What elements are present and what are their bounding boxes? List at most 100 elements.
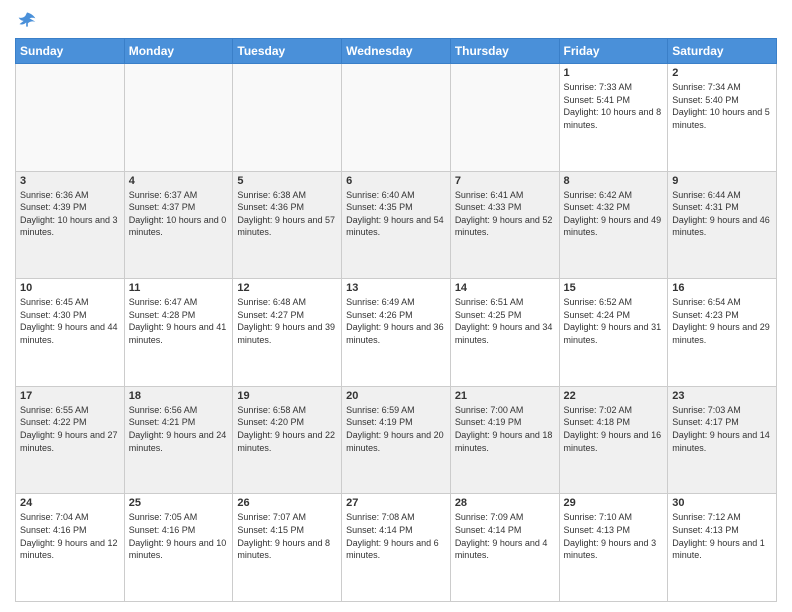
calendar-day-empty [124,64,233,172]
day-info: Sunrise: 7:03 AMSunset: 4:17 PMDaylight:… [672,404,772,454]
calendar-day-empty [450,64,559,172]
day-number: 23 [672,390,772,402]
calendar-day-empty [233,64,342,172]
calendar-day-24: 24 Sunrise: 7:04 AMSunset: 4:16 PMDayligh… [16,494,125,602]
calendar-week-1: 1Sunrise: 7:33 AMSunset: 5:41 PMDaylight… [16,64,777,172]
calendar-day-25: 25 Sunrise: 7:05 AMSunset: 4:16 PMDayligh… [124,494,233,602]
calendar-day-empty [16,64,125,172]
calendar-day-2: 2 Sunrise: 7:34 AMSunset: 5:40 PMDaylight… [668,64,777,172]
day-number: 22 [564,390,664,402]
day-number: 3 [20,175,120,187]
day-info: Sunrise: 6:49 AMSunset: 4:26 PMDaylight:… [346,296,446,346]
weekday-header-saturday: Saturday [668,39,777,64]
day-info: Sunrise: 6:59 AMSunset: 4:19 PMDaylight:… [346,404,446,454]
calendar-day-26: 26 Sunrise: 7:07 AMSunset: 4:15 PMDayligh… [233,494,342,602]
logo-bird-icon [17,10,37,30]
day-number: 26 [237,497,337,509]
day-number: 5 [237,175,337,187]
day-info: Sunrise: 6:52 AMSunset: 4:24 PMDaylight:… [564,296,664,346]
calendar-day-23: 23 Sunrise: 7:03 AMSunset: 4:17 PMDayligh… [668,386,777,494]
day-number: 14 [455,282,555,294]
day-number: 18 [129,390,229,402]
weekday-header-monday: Monday [124,39,233,64]
day-info: Sunrise: 7:04 AMSunset: 4:16 PMDaylight:… [20,511,120,561]
day-number: 29 [564,497,664,509]
calendar-day-17: 17Sunrise: 6:55 AMSunset: 4:22 PMDayligh… [16,386,125,494]
day-number: 25 [129,497,229,509]
calendar-week-5: 24 Sunrise: 7:04 AMSunset: 4:16 PMDayligh… [16,494,777,602]
calendar-day-empty [342,64,451,172]
day-number: 1 [564,67,664,79]
day-info: Sunrise: 7:12 AMSunset: 4:13 PMDaylight:… [672,511,772,561]
calendar-day-3: 3 Sunrise: 6:36 AMSunset: 4:39 PMDaylight… [16,171,125,279]
day-info: Sunrise: 7:05 AMSunset: 4:16 PMDaylight:… [129,511,229,561]
day-number: 21 [455,390,555,402]
calendar-day-6: 6 Sunrise: 6:40 AMSunset: 4:35 PMDaylight… [342,171,451,279]
day-info: Sunrise: 7:08 AMSunset: 4:14 PMDaylight:… [346,511,446,561]
page: SundayMondayTuesdayWednesdayThursdayFrid… [0,0,792,612]
calendar-day-27: 27 Sunrise: 7:08 AMSunset: 4:14 PMDayligh… [342,494,451,602]
calendar-day-29: 29 Sunrise: 7:10 AMSunset: 4:13 PMDayligh… [559,494,668,602]
weekday-header-wednesday: Wednesday [342,39,451,64]
day-info: Sunrise: 7:34 AMSunset: 5:40 PMDaylight:… [672,81,772,131]
calendar-day-19: 19 Sunrise: 6:58 AMSunset: 4:20 PMDayligh… [233,386,342,494]
day-number: 24 [20,497,120,509]
calendar-day-22: 22 Sunrise: 7:02 AMSunset: 4:18 PMDayligh… [559,386,668,494]
day-info: Sunrise: 6:55 AMSunset: 4:22 PMDaylight:… [20,404,120,454]
day-info: Sunrise: 6:45 AMSunset: 4:30 PMDaylight:… [20,296,120,346]
day-number: 27 [346,497,446,509]
calendar-day-1: 1Sunrise: 7:33 AMSunset: 5:41 PMDaylight… [559,64,668,172]
day-number: 6 [346,175,446,187]
calendar-day-18: 18 Sunrise: 6:56 AMSunset: 4:21 PMDayligh… [124,386,233,494]
day-info: Sunrise: 6:37 AMSunset: 4:37 PMDaylight:… [129,189,229,239]
day-info: Sunrise: 6:44 AMSunset: 4:31 PMDaylight:… [672,189,772,239]
day-number: 4 [129,175,229,187]
day-info: Sunrise: 6:47 AMSunset: 4:28 PMDaylight:… [129,296,229,346]
day-info: Sunrise: 6:36 AMSunset: 4:39 PMDaylight:… [20,189,120,239]
day-info: Sunrise: 6:40 AMSunset: 4:35 PMDaylight:… [346,189,446,239]
day-number: 28 [455,497,555,509]
day-info: Sunrise: 6:58 AMSunset: 4:20 PMDaylight:… [237,404,337,454]
calendar-table: SundayMondayTuesdayWednesdayThursdayFrid… [15,38,777,602]
calendar-day-8: 8Sunrise: 6:42 AMSunset: 4:32 PMDaylight… [559,171,668,279]
calendar-day-10: 10 Sunrise: 6:45 AMSunset: 4:30 PMDayligh… [16,279,125,387]
day-info: Sunrise: 7:02 AMSunset: 4:18 PMDaylight:… [564,404,664,454]
weekday-header-tuesday: Tuesday [233,39,342,64]
calendar-day-13: 13 Sunrise: 6:49 AMSunset: 4:26 PMDayligh… [342,279,451,387]
day-number: 2 [672,67,772,79]
day-number: 19 [237,390,337,402]
weekday-header-row: SundayMondayTuesdayWednesdayThursdayFrid… [16,39,777,64]
calendar-week-2: 3 Sunrise: 6:36 AMSunset: 4:39 PMDaylight… [16,171,777,279]
day-number: 9 [672,175,772,187]
day-info: Sunrise: 6:41 AMSunset: 4:33 PMDaylight:… [455,189,555,239]
calendar-day-28: 28Sunrise: 7:09 AMSunset: 4:14 PMDayligh… [450,494,559,602]
calendar-day-15: 15Sunrise: 6:52 AMSunset: 4:24 PMDayligh… [559,279,668,387]
calendar-day-5: 5Sunrise: 6:38 AMSunset: 4:36 PMDaylight… [233,171,342,279]
weekday-header-friday: Friday [559,39,668,64]
day-number: 30 [672,497,772,509]
day-info: Sunrise: 6:51 AMSunset: 4:25 PMDaylight:… [455,296,555,346]
day-info: Sunrise: 7:07 AMSunset: 4:15 PMDaylight:… [237,511,337,561]
weekday-header-thursday: Thursday [450,39,559,64]
calendar-day-21: 21 Sunrise: 7:00 AMSunset: 4:19 PMDayligh… [450,386,559,494]
day-info: Sunrise: 7:10 AMSunset: 4:13 PMDaylight:… [564,511,664,561]
logo [15,10,37,30]
day-info: Sunrise: 6:42 AMSunset: 4:32 PMDaylight:… [564,189,664,239]
day-number: 20 [346,390,446,402]
calendar-day-11: 11 Sunrise: 6:47 AMSunset: 4:28 PMDayligh… [124,279,233,387]
day-number: 16 [672,282,772,294]
calendar-day-16: 16Sunrise: 6:54 AMSunset: 4:23 PMDayligh… [668,279,777,387]
day-number: 11 [129,282,229,294]
calendar-day-7: 7 Sunrise: 6:41 AMSunset: 4:33 PMDaylight… [450,171,559,279]
day-info: Sunrise: 7:00 AMSunset: 4:19 PMDaylight:… [455,404,555,454]
day-number: 7 [455,175,555,187]
day-number: 12 [237,282,337,294]
day-info: Sunrise: 6:48 AMSunset: 4:27 PMDaylight:… [237,296,337,346]
header [15,10,777,30]
calendar-day-14: 14 Sunrise: 6:51 AMSunset: 4:25 PMDayligh… [450,279,559,387]
calendar-day-12: 12 Sunrise: 6:48 AMSunset: 4:27 PMDayligh… [233,279,342,387]
day-number: 10 [20,282,120,294]
day-number: 13 [346,282,446,294]
day-info: Sunrise: 6:56 AMSunset: 4:21 PMDaylight:… [129,404,229,454]
calendar-week-3: 10 Sunrise: 6:45 AMSunset: 4:30 PMDayligh… [16,279,777,387]
